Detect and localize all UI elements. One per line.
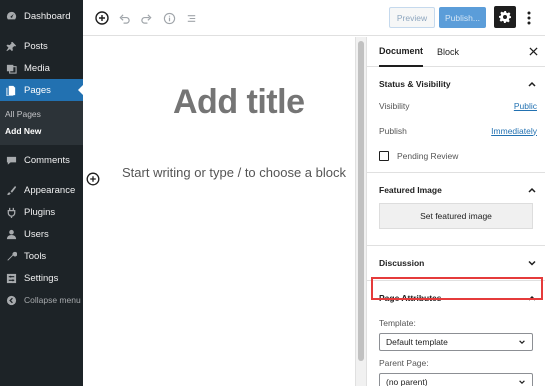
publish-row: Publish Immediately — [367, 118, 545, 143]
users-icon — [5, 228, 18, 241]
menu-item-plugins[interactable]: Plugins — [0, 201, 83, 223]
admin-sidebar: Dashboard Posts Media Pages All Pages Ad… — [0, 0, 83, 386]
tab-block[interactable]: Block — [437, 37, 459, 67]
gear-icon — [499, 11, 511, 23]
more-options-button[interactable] — [521, 8, 537, 28]
media-icon — [5, 62, 18, 75]
list-view-icon[interactable] — [182, 9, 200, 27]
undo-icon[interactable] — [115, 9, 133, 27]
settings-sidebar: Document Block Status & Visibility Visib… — [366, 37, 545, 386]
menu-item-comments[interactable]: Comments — [0, 149, 83, 171]
comment-icon — [5, 154, 18, 167]
discussion-panel: Discussion — [367, 246, 545, 281]
page-attributes-highlight — [371, 277, 543, 300]
menu-item-pages[interactable]: Pages — [0, 79, 83, 101]
publish-date-link[interactable]: Immediately — [491, 126, 537, 136]
menu-item-users[interactable]: Users — [0, 223, 83, 245]
menu-item-posts[interactable]: Posts — [0, 35, 83, 57]
template-select[interactable]: Default template — [379, 333, 533, 351]
redo-icon[interactable] — [137, 9, 155, 27]
tab-document[interactable]: Document — [379, 37, 424, 67]
preview-button[interactable]: Preview — [389, 7, 435, 28]
menu-item-label: Settings — [24, 272, 59, 284]
menu-item-media[interactable]: Media — [0, 57, 83, 79]
menu-item-label: Posts — [24, 40, 48, 52]
panel-title: Discussion — [379, 258, 425, 268]
publish-button[interactable]: Publish... — [439, 7, 486, 28]
wrench-icon — [5, 250, 18, 263]
menu-item-dashboard[interactable]: Dashboard — [0, 5, 83, 27]
pending-review-label: Pending Review — [397, 150, 459, 161]
chevron-down-icon — [519, 340, 525, 345]
info-icon[interactable] — [160, 9, 178, 27]
collapse-icon — [5, 294, 18, 307]
pin-icon — [5, 40, 18, 53]
dashboard-icon — [5, 10, 18, 23]
discussion-toggle[interactable]: Discussion — [367, 246, 545, 280]
menu-item-label: Comments — [24, 154, 70, 166]
submenu-add-new[interactable]: Add New — [0, 122, 83, 139]
close-icon[interactable] — [527, 45, 539, 57]
canvas-scrollbar[interactable] — [355, 37, 366, 386]
page-icon — [5, 84, 18, 97]
parent-page-label: Parent Page: — [379, 358, 429, 368]
parent-page-select[interactable]: (no parent) — [379, 373, 533, 386]
block-placeholder[interactable]: Start writing or type / to choose a bloc… — [122, 164, 350, 181]
parent-page-value: (no parent) — [386, 377, 428, 386]
add-block-icon[interactable] — [93, 9, 111, 27]
editor-canvas: Add title Start writing or type / to cho… — [83, 37, 355, 386]
collapse-label: Collapse menu — [24, 295, 81, 305]
submenu-all-pages[interactable]: All Pages — [0, 105, 83, 122]
checkbox[interactable] — [379, 150, 389, 161]
menu-item-label: Plugins — [24, 206, 56, 218]
menu-item-appearance[interactable]: Appearance — [0, 179, 83, 201]
visibility-label: Visibility — [379, 100, 410, 111]
settings-icon — [5, 272, 18, 285]
menu-item-label: Tools — [24, 250, 47, 262]
title-field[interactable]: Add title — [173, 83, 305, 122]
template-label: Template: — [379, 318, 416, 328]
menu-item-label: Users — [24, 228, 49, 240]
featured-image-panel: Featured Image Set featured image — [367, 173, 545, 246]
block-inserter-icon[interactable] — [86, 172, 100, 186]
menu-item-label: Dashboard — [24, 10, 71, 22]
visibility-link[interactable]: Public — [514, 101, 537, 111]
collapse-menu-button[interactable]: Collapse menu — [0, 289, 83, 311]
menu-item-label: Pages — [24, 84, 51, 96]
chevron-up-icon — [528, 81, 536, 87]
template-value: Default template — [386, 337, 448, 347]
status-visibility-toggle[interactable]: Status & Visibility — [367, 67, 545, 101]
more-vertical-icon — [527, 11, 531, 25]
chevron-down-icon — [519, 380, 525, 385]
editor-toolbar: Preview Publish... — [83, 0, 545, 36]
plugin-icon — [5, 206, 18, 219]
publish-label: Publish — [379, 125, 407, 136]
pages-submenu: All Pages Add New — [0, 101, 83, 145]
menu-item-label: Media — [24, 62, 50, 74]
menu-item-tools[interactable]: Tools — [0, 245, 83, 267]
sidebar-tabs: Document Block — [367, 37, 545, 67]
settings-button[interactable] — [494, 6, 516, 28]
brush-icon — [5, 184, 18, 197]
panel-title: Status & Visibility — [379, 79, 451, 89]
menu-item-label: Appearance — [24, 184, 76, 196]
chevron-up-icon — [528, 187, 536, 193]
menu-item-settings[interactable]: Settings — [0, 267, 83, 289]
scrollbar-thumb[interactable] — [358, 41, 364, 361]
status-visibility-panel: Status & Visibility Visibility Public Pu… — [367, 67, 545, 173]
featured-image-toggle[interactable]: Featured Image — [367, 173, 545, 207]
chevron-down-icon — [528, 260, 536, 266]
panel-title: Featured Image — [379, 185, 442, 195]
pending-review-checkbox[interactable]: Pending Review — [367, 143, 545, 168]
